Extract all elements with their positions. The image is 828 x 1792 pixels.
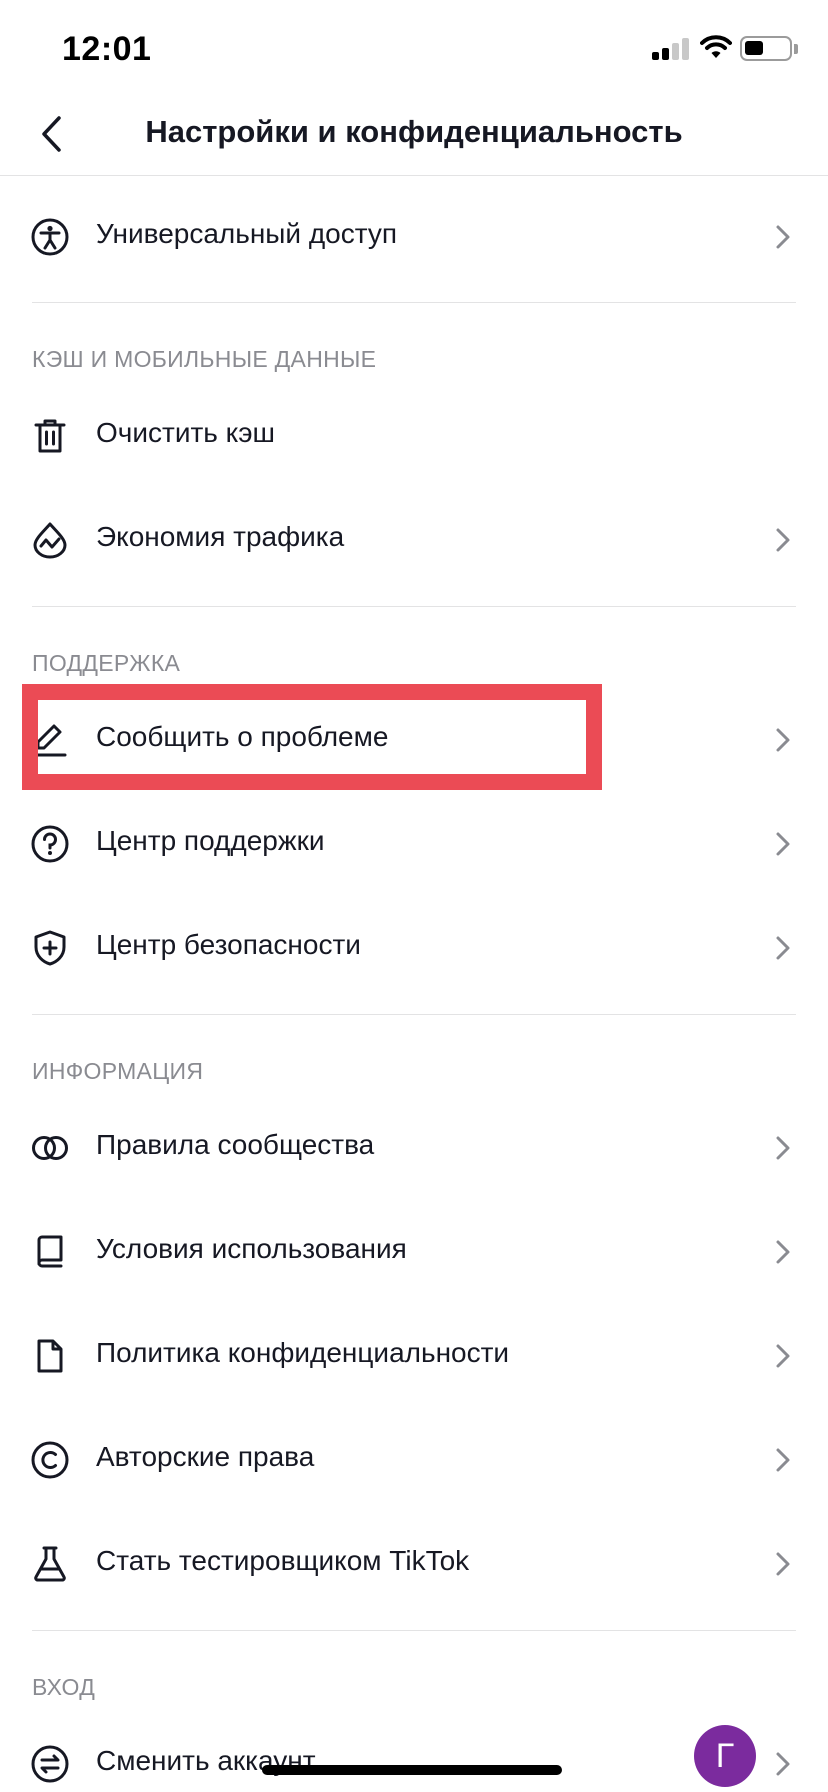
section-header-login: ВХОД — [32, 1674, 96, 1700]
chevron-left-icon — [42, 116, 61, 152]
settings-item-label: Очистить кэш — [96, 417, 275, 448]
section-header-cache: КЭШ И МОБИЛЬНЫЕ ДАННЫЕ — [32, 346, 377, 372]
cellular-signal-icon — [652, 38, 690, 60]
section-header-info: ИНФОРМАЦИЯ — [32, 1058, 204, 1084]
chevron-right-icon — [776, 936, 790, 960]
status-bar: 12:01 — [0, 0, 828, 100]
battery-icon — [740, 36, 792, 61]
settings-item-label: Центр безопасности — [96, 929, 361, 960]
settings-item-label: Стать тестировщиком TikTok — [96, 1545, 470, 1576]
section-divider — [32, 302, 796, 303]
chevron-right-icon — [776, 225, 790, 249]
back-button[interactable] — [26, 108, 78, 160]
settings-item-label: Универсальный доступ — [96, 218, 398, 249]
chevron-right-icon — [776, 1344, 790, 1368]
chevron-right-icon — [776, 1552, 790, 1576]
settings-item-become-tester[interactable]: Стать тестировщиком TikTok — [0, 1512, 828, 1616]
settings-item-data-saver[interactable]: Экономия трафика — [0, 488, 828, 592]
chevron-right-icon — [776, 1136, 790, 1160]
chevron-right-icon — [776, 1752, 790, 1776]
settings-item-privacy-policy[interactable]: Политика конфиденциальности — [0, 1304, 828, 1408]
section-divider — [32, 1630, 796, 1631]
settings-item-label: Правила сообщества — [96, 1129, 375, 1160]
chevron-right-icon — [776, 1240, 790, 1264]
trash-icon — [34, 419, 66, 453]
book-icon — [37, 1235, 63, 1268]
document-icon — [37, 1339, 63, 1373]
home-indicator — [262, 1765, 562, 1775]
settings-item-label: Центр поддержки — [96, 825, 325, 856]
battery-cap — [794, 44, 798, 54]
settings-item-copyright[interactable]: Авторские права — [0, 1408, 828, 1512]
flask-icon — [34, 1546, 66, 1582]
page-title: Настройки и конфиденциальность — [145, 114, 683, 149]
droplet-pulse-icon — [33, 522, 67, 559]
two-circles-icon — [32, 1136, 68, 1160]
settings-item-community-guidelines[interactable]: Правила сообщества — [0, 1096, 828, 1200]
question-circle-icon — [31, 825, 69, 863]
highlight-box — [22, 684, 602, 790]
status-time: 12:01 — [62, 30, 152, 68]
chevron-right-icon — [776, 1448, 790, 1472]
chevron-right-icon — [776, 832, 790, 856]
section-header-support: ПОДДЕРЖКА — [32, 650, 181, 676]
settings-item-clear-cache[interactable]: Очистить кэш — [0, 384, 828, 488]
accessibility-person-icon — [31, 218, 69, 256]
navigation-bar: Настройки и конфиденциальность — [0, 100, 828, 176]
shield-plus-icon — [34, 930, 66, 966]
settings-item-label: Политика конфиденциальности — [96, 1337, 510, 1368]
copyright-icon — [31, 1441, 69, 1479]
wifi-icon — [700, 35, 732, 58]
chevron-right-icon — [776, 728, 790, 752]
settings-item-label: Экономия трафика — [96, 521, 345, 552]
settings-item-safety-center[interactable]: Центр безопасности — [0, 896, 828, 1000]
section-divider — [32, 1014, 796, 1015]
account-avatar[interactable]: Г — [694, 1725, 756, 1787]
settings-item-terms-of-use[interactable]: Условия использования — [0, 1200, 828, 1304]
settings-item-help-center[interactable]: Центр поддержки — [0, 792, 828, 896]
chevron-right-icon — [776, 528, 790, 552]
settings-item-label: Авторские права — [96, 1441, 315, 1472]
settings-item-label: Условия использования — [96, 1233, 407, 1264]
switch-arrows-icon — [31, 1745, 69, 1783]
settings-item-accessibility[interactable]: Универсальный доступ — [0, 185, 828, 289]
section-divider — [32, 606, 796, 607]
